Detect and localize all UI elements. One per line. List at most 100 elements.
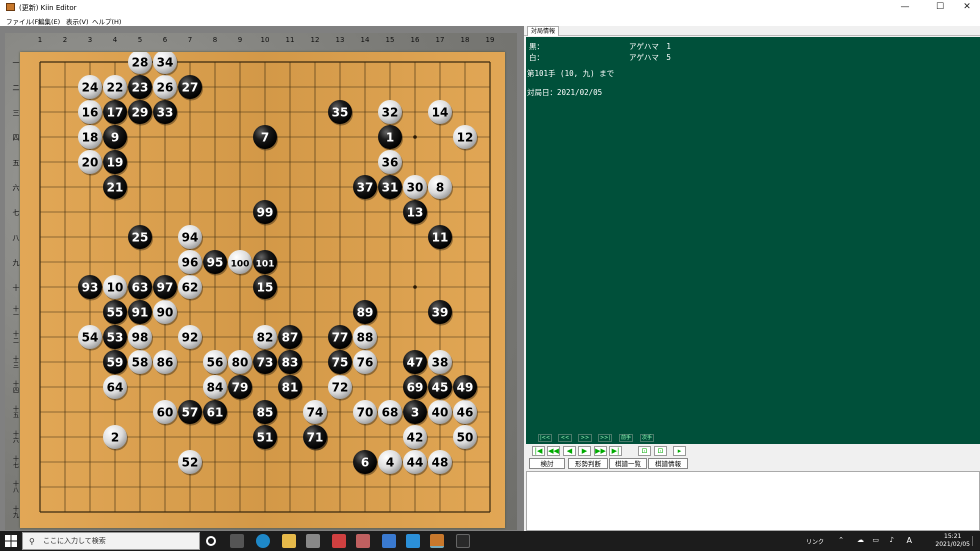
white-stone[interactable]: 100: [228, 250, 253, 276]
white-stone[interactable]: 34: [153, 52, 178, 76]
tab-game-info[interactable]: 対局情報: [527, 26, 560, 36]
white-stone[interactable]: 24: [78, 75, 103, 101]
black-stone[interactable]: 39: [428, 300, 453, 326]
white-stone[interactable]: 54: [78, 325, 103, 351]
white-stone[interactable]: 76: [353, 350, 378, 376]
prev-move-button[interactable]: 前手: [619, 434, 633, 442]
app-icon-4[interactable]: [456, 534, 470, 548]
notification-icon[interactable]: [972, 536, 978, 546]
white-stone[interactable]: 22: [103, 75, 128, 101]
white-stone[interactable]: 92: [178, 325, 203, 351]
black-stone[interactable]: 77: [328, 325, 353, 351]
office-icon[interactable]: [332, 534, 346, 548]
black-stone[interactable]: 71: [303, 425, 328, 451]
fast-forward-icon[interactable]: ▶▶: [594, 446, 607, 456]
menu-edit[interactable]: 編集(E): [38, 16, 60, 26]
white-stone[interactable]: 36: [378, 150, 403, 176]
maximize-button[interactable]: ☐: [925, 0, 955, 15]
white-stone[interactable]: 90: [153, 300, 178, 326]
evaluate-button[interactable]: 形勢判断: [568, 458, 608, 469]
network-icon[interactable]: ▭: [872, 536, 879, 544]
black-stone[interactable]: 73: [253, 350, 278, 376]
black-stone[interactable]: 3: [403, 400, 428, 426]
menu-file[interactable]: ファイル(F): [6, 16, 41, 26]
black-stone[interactable]: 55: [103, 300, 128, 326]
forward-small-button[interactable]: >>: [578, 434, 592, 442]
black-stone[interactable]: 9: [103, 125, 128, 151]
white-stone[interactable]: 56: [203, 350, 228, 376]
minimize-button[interactable]: —: [890, 0, 920, 15]
white-stone[interactable]: 72: [328, 375, 353, 401]
last-move-small-button[interactable]: >>|: [598, 434, 612, 442]
black-stone[interactable]: 85: [253, 400, 278, 426]
close-button[interactable]: ✕: [952, 0, 980, 15]
white-stone[interactable]: 74: [303, 400, 328, 426]
white-stone[interactable]: 14: [428, 100, 453, 126]
clock[interactable]: 15:21 2021/02/05: [935, 533, 970, 549]
white-stone[interactable]: 10: [103, 275, 128, 301]
black-stone[interactable]: 13: [403, 200, 428, 226]
black-stone[interactable]: 49: [453, 375, 478, 401]
app-icon-2[interactable]: [356, 534, 370, 548]
black-stone[interactable]: 17: [103, 100, 128, 126]
board-grid[interactable]: 123425678910111213141516 171819202122 2324…: [20, 52, 505, 528]
white-stone[interactable]: 86: [153, 350, 178, 376]
black-stone[interactable]: 63: [128, 275, 153, 301]
black-stone[interactable]: 89: [353, 300, 378, 326]
black-stone[interactable]: 15: [253, 275, 278, 301]
white-stone[interactable]: 80: [228, 350, 253, 376]
white-stone[interactable]: 16: [78, 100, 103, 126]
black-stone[interactable]: 21: [103, 175, 128, 201]
record-list-button[interactable]: 棋譜一覧: [609, 458, 647, 469]
black-stone[interactable]: 35: [328, 100, 353, 126]
black-stone[interactable]: 1: [378, 125, 403, 151]
step-back-icon[interactable]: ◀: [563, 446, 576, 456]
record-info-button[interactable]: 棋譜情報: [648, 458, 688, 469]
white-stone[interactable]: 60: [153, 400, 178, 426]
task-view-icon[interactable]: [230, 534, 244, 548]
white-stone[interactable]: 58: [128, 350, 153, 376]
menu-help[interactable]: ヘルプ(H): [92, 16, 121, 26]
first-move-small-button[interactable]: |<<: [538, 434, 552, 442]
variation-icon[interactable]: ⊡: [654, 446, 667, 456]
white-stone[interactable]: 84: [203, 375, 228, 401]
white-stone[interactable]: 42: [403, 425, 428, 451]
ime-indicator[interactable]: A: [907, 536, 912, 545]
white-stone[interactable]: 44: [403, 450, 428, 476]
black-stone[interactable]: 19: [103, 150, 128, 176]
app-icon-3[interactable]: [382, 534, 396, 548]
black-stone[interactable]: 31: [378, 175, 403, 201]
cortana-icon[interactable]: [206, 536, 216, 546]
black-stone[interactable]: 23: [128, 75, 153, 101]
black-stone[interactable]: 101: [253, 250, 278, 276]
branch-icon[interactable]: ⊡: [638, 446, 651, 456]
review-button[interactable]: 検討: [529, 458, 565, 469]
go-first-icon[interactable]: |◀: [532, 446, 545, 456]
black-stone[interactable]: 95: [203, 250, 228, 276]
mail-icon[interactable]: [406, 534, 420, 548]
white-stone[interactable]: 2: [103, 425, 128, 451]
black-stone[interactable]: 47: [403, 350, 428, 376]
white-stone[interactable]: 68: [378, 400, 403, 426]
white-stone[interactable]: 18: [78, 125, 103, 151]
white-stone[interactable]: 20: [78, 150, 103, 176]
black-stone[interactable]: 11: [428, 225, 453, 251]
black-stone[interactable]: 81: [278, 375, 303, 401]
black-stone[interactable]: 99: [253, 200, 278, 226]
cloud-icon[interactable]: ☁: [857, 536, 864, 544]
black-stone[interactable]: 7: [253, 125, 278, 151]
black-stone[interactable]: 87: [278, 325, 303, 351]
white-stone[interactable]: 46: [453, 400, 478, 426]
white-stone[interactable]: 40: [428, 400, 453, 426]
white-stone[interactable]: 94: [178, 225, 203, 251]
black-stone[interactable]: 97: [153, 275, 178, 301]
white-stone[interactable]: 4: [378, 450, 403, 476]
white-stone[interactable]: 26: [153, 75, 178, 101]
white-stone[interactable]: 82: [253, 325, 278, 351]
white-stone[interactable]: 96: [178, 250, 203, 276]
black-stone[interactable]: 27: [178, 75, 203, 101]
go-board[interactable]: 1 2 3 4 25 6 7 8 9 10 11 12 13 14 15 16 17 18 19 20 21 22 23 24…: [20, 52, 505, 528]
black-stone[interactable]: 61: [203, 400, 228, 426]
chevron-up-icon[interactable]: ⌃: [838, 536, 844, 544]
white-stone[interactable]: 98: [128, 325, 153, 351]
